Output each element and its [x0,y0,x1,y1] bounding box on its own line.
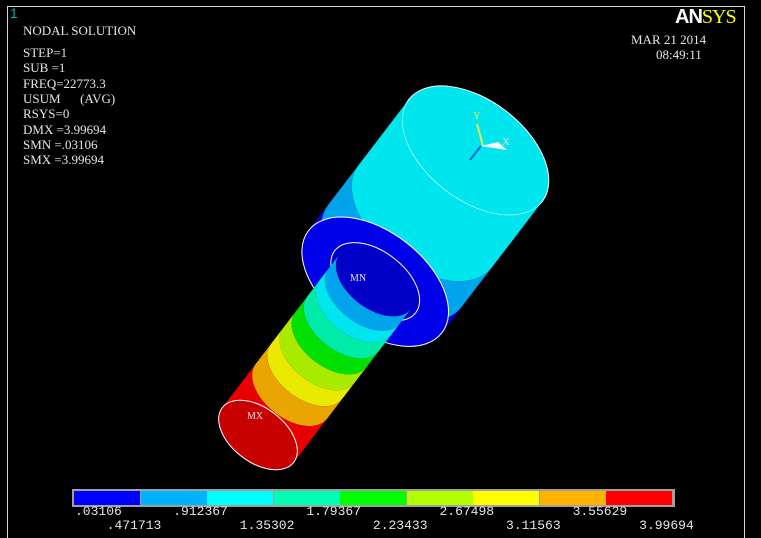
legend-value: 2.23433 [372,518,428,533]
ansys-graphics-window: 1 ANSYS NODAL SOLUTION STEP=1 SUB =1 FREQ=… [0,0,761,538]
legend-value: 1.79367 [306,504,361,519]
legend-value: 1.35302 [239,518,295,533]
legend-swatch [74,491,141,505]
legend-value: .03106 [75,504,122,519]
max-marker: MX [247,411,264,422]
triad-y-label: Y [473,110,481,122]
legend-value: .912367 [173,504,228,519]
legend-swatch [207,491,274,505]
legend-value: .471713 [106,518,162,533]
legend-swatch [606,491,673,505]
model-view [218,85,550,471]
min-marker: MN [350,273,367,284]
legend-value: 2.67498 [439,504,495,519]
legend-swatch [140,491,207,505]
legend-value: 3.11563 [506,518,561,533]
legend-swatch [473,491,540,505]
legend-swatch [539,491,606,505]
legend-swatch [406,491,473,505]
triad-x-label: X [502,136,510,148]
legend-value: 3.55629 [572,504,628,519]
legend-swatch [340,491,407,505]
legend-swatch [273,491,340,505]
legend-value: 3.99694 [639,518,694,533]
